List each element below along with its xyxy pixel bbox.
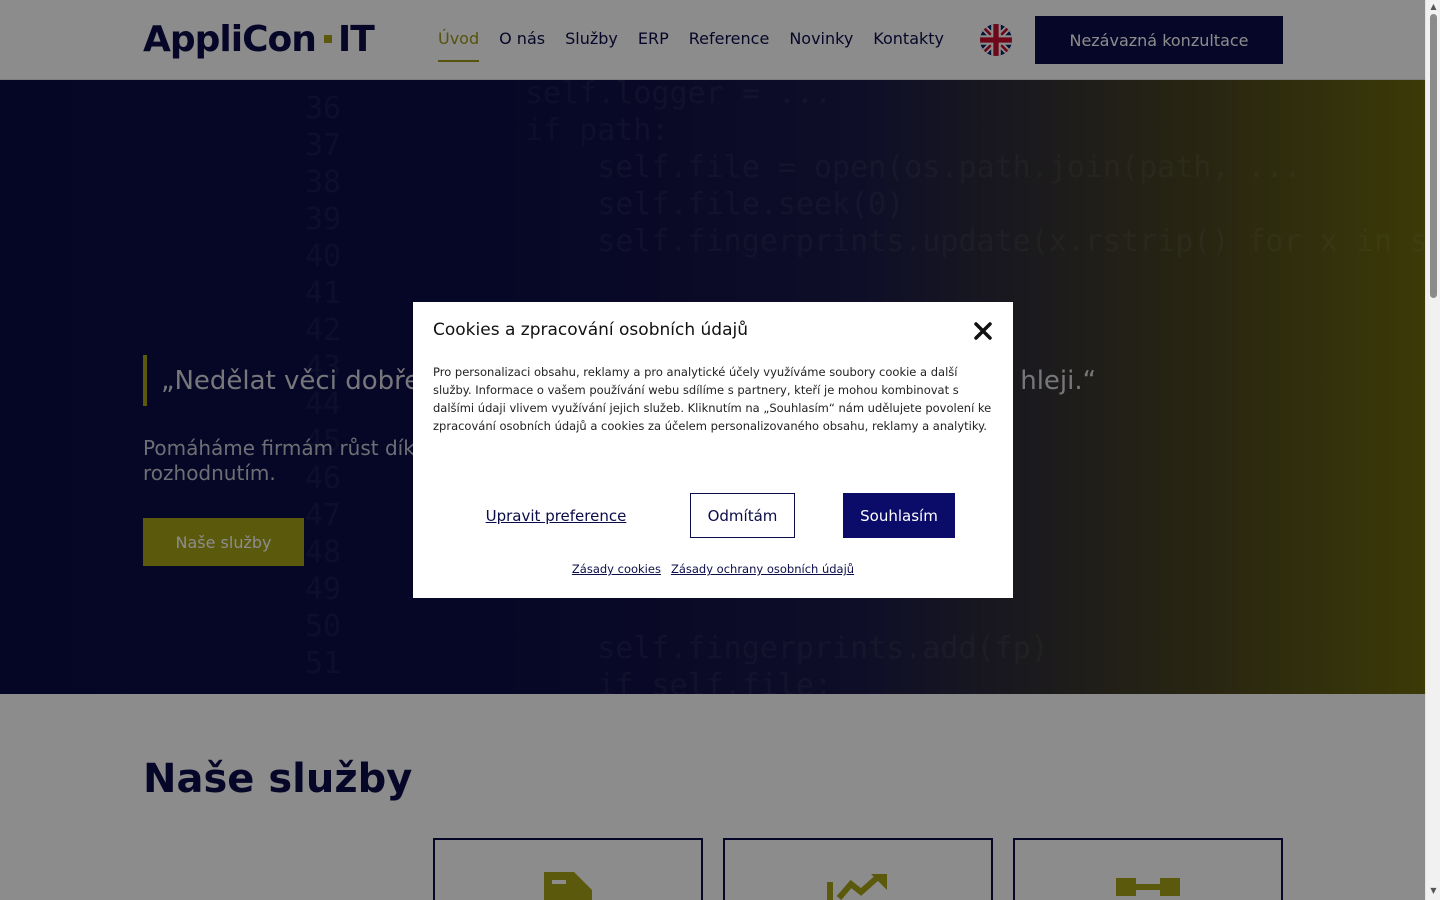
deny-button[interactable]: Odmítám (690, 493, 795, 538)
cookie-dialog-links: Zásady cookies Zásady ochrany osobních ú… (413, 562, 1013, 576)
cookie-dialog-title: Cookies a zpracování osobních údajů (433, 320, 748, 340)
accept-button[interactable]: Souhlasím (843, 493, 955, 538)
scroll-up-icon[interactable]: ▲ (1429, 2, 1438, 12)
cookie-policy-link[interactable]: Zásady cookies (572, 562, 661, 576)
cookie-dialog-text: Pro personalizaci obsahu, reklamy a pro … (433, 365, 992, 433)
page-scrollbar[interactable]: ▲ ▼ (1425, 0, 1440, 900)
scroll-thumb[interactable] (1430, 14, 1437, 298)
privacy-policy-link[interactable]: Zásady ochrany osobních údajů (671, 562, 854, 576)
cookie-consent-dialog: Cookies a zpracování osobních údajů Pro … (413, 302, 1013, 598)
scroll-down-icon[interactable]: ▼ (1429, 886, 1438, 896)
close-icon[interactable] (971, 319, 995, 343)
edit-preferences-button[interactable]: Upravit preference (483, 493, 629, 538)
